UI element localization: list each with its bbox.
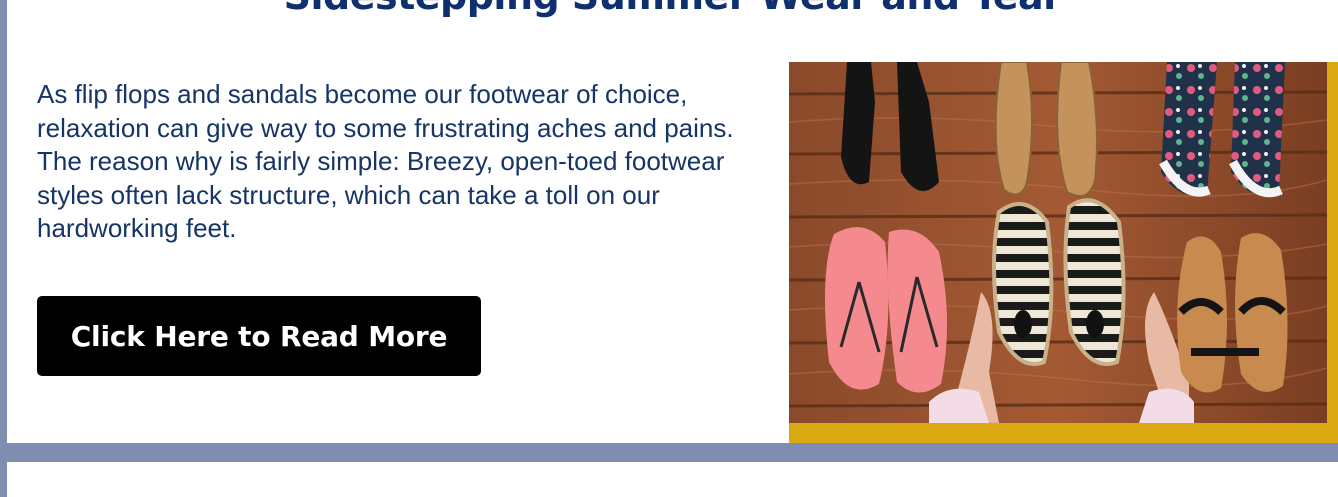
article-card: Sidestepping Summer Wear and Tear As fli… [7,0,1338,443]
image-accent-frame [789,62,1338,443]
article-title: Sidestepping Summer Wear and Tear [7,0,1338,18]
article-body: As flip flops and sandals become our foo… [37,79,734,243]
next-section-card [7,462,1338,497]
footwear-photo[interactable] [789,62,1327,423]
read-more-button[interactable]: Click Here to Read More [37,296,481,376]
